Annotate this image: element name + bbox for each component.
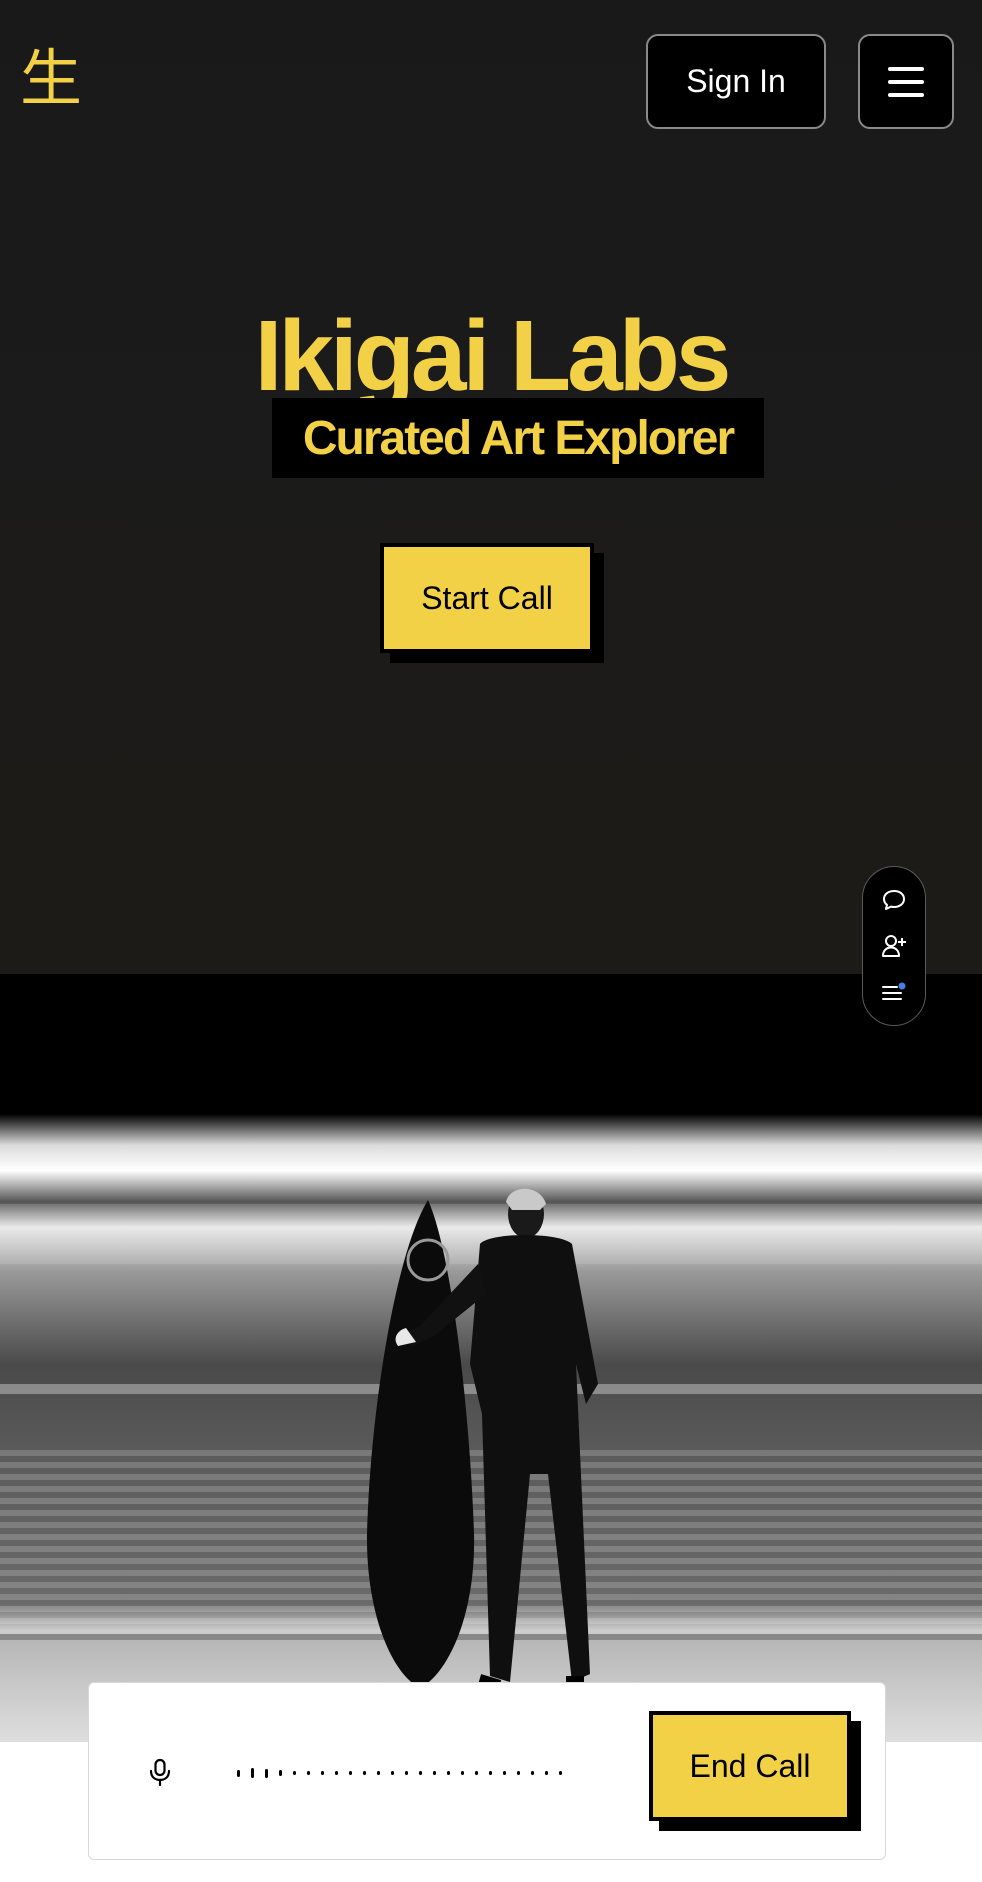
waveform-bar [419, 1771, 422, 1775]
menu-button[interactable] [858, 34, 954, 129]
audio-waveform [237, 1761, 617, 1785]
waveform-bar [251, 1768, 254, 1778]
waveform-bar [545, 1771, 548, 1775]
sign-in-button[interactable]: Sign In [646, 34, 826, 129]
waveform-bar [405, 1771, 408, 1775]
waveform-bar [461, 1771, 464, 1775]
image-top-band [0, 974, 982, 1114]
waveform-bar [489, 1771, 492, 1775]
waveform-bar [307, 1771, 310, 1775]
end-call-button[interactable]: End Call [649, 1711, 851, 1821]
list-notification-icon[interactable] [880, 979, 908, 1007]
waveform-bar [237, 1769, 240, 1777]
waveform-bar [363, 1771, 366, 1775]
start-call-button[interactable]: Start Call [380, 543, 594, 653]
hamburger-menu-icon-bar [888, 79, 924, 84]
waveform-bar [293, 1771, 296, 1775]
waveform-bar [279, 1770, 282, 1776]
hero-section: 生 Sign In Ikigai Labs Curated Art Explor… [0, 0, 982, 974]
waveform-bar [265, 1768, 268, 1778]
waveform-bar [391, 1771, 394, 1775]
waveform-bar [349, 1771, 352, 1775]
site-logo[interactable]: 生 [20, 44, 82, 114]
waveform-bar [377, 1771, 380, 1775]
page-title: Ikigai Labs [254, 300, 732, 412]
waveform-bar [517, 1771, 520, 1775]
side-toolbar [862, 866, 926, 1026]
chat-bubble-icon[interactable] [880, 886, 908, 914]
waveform-bar [321, 1771, 324, 1775]
waveform-bar [433, 1771, 436, 1775]
waveform-bar [335, 1771, 338, 1775]
page-subtitle: Curated Art Explorer [302, 411, 735, 465]
call-control-bar: End Call [88, 1682, 886, 1860]
microphone-icon[interactable] [145, 1757, 175, 1787]
hamburger-menu-icon-bar [888, 92, 924, 97]
waveform-bar [475, 1771, 478, 1775]
subtitle-banner: Curated Art Explorer [272, 398, 764, 478]
waveform-bar [447, 1771, 450, 1775]
featured-artwork-image [0, 1114, 982, 1742]
waveform-bar [531, 1771, 534, 1775]
hamburger-menu-icon [888, 66, 924, 71]
waveform-bar [559, 1771, 562, 1775]
waveform-bar [503, 1771, 506, 1775]
add-user-icon[interactable] [880, 932, 908, 960]
